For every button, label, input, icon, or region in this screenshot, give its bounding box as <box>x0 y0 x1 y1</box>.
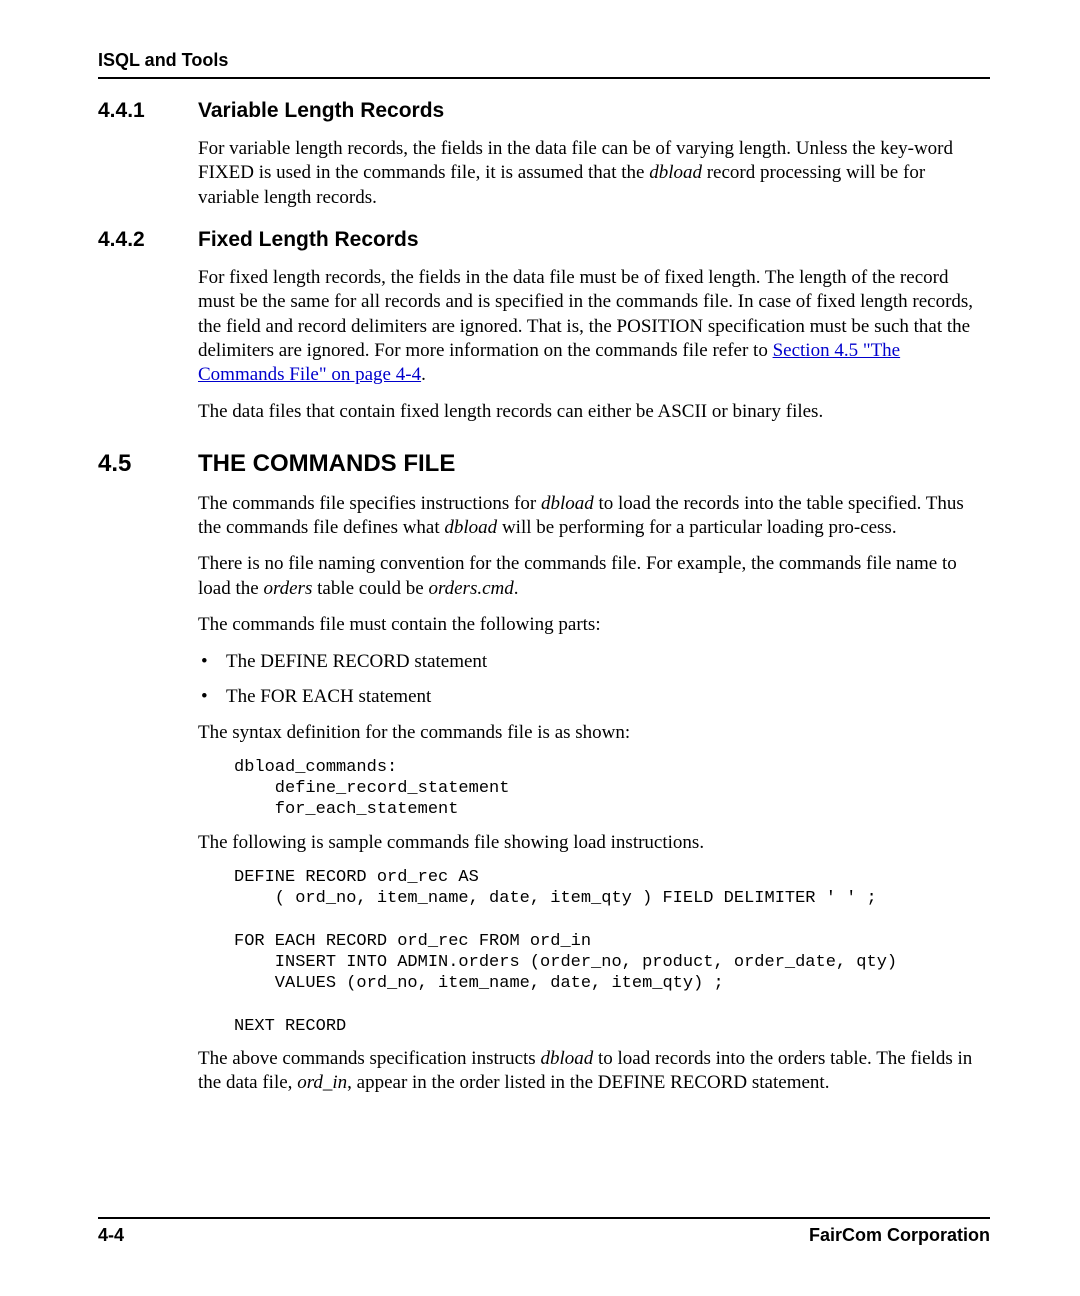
paragraph: There is no file naming convention for t… <box>198 552 990 601</box>
list-item: The FOR EACH statement <box>198 684 990 711</box>
paragraph: The data files that contain fixed length… <box>198 400 990 424</box>
list-item: The DEFINE RECORD statement <box>198 649 990 676</box>
page-content: ISQL and Tools 4.4.1 Variable Length Rec… <box>0 0 1080 1096</box>
heading-title: THE COMMANDS FILE <box>198 450 455 478</box>
heading-number: 4.5 <box>98 450 198 478</box>
code-block: DEFINE RECORD ord_rec AS ( ord_no, item_… <box>234 867 990 1037</box>
paragraph: For variable length records, the fields … <box>198 137 990 210</box>
code-block: dbload_commands: define_record_statement… <box>234 757 990 821</box>
running-header: ISQL and Tools <box>98 50 990 71</box>
paragraph: The commands file specifies instructions… <box>198 492 990 541</box>
paragraph: The following is sample commands file sh… <box>198 831 990 855</box>
paragraph: The above commands specification instruc… <box>198 1047 990 1096</box>
paragraph: The syntax definition for the commands f… <box>198 721 990 745</box>
header-rule <box>98 77 990 79</box>
footer-rule <box>98 1217 990 1219</box>
paragraph: The commands file must contain the follo… <box>198 613 990 637</box>
heading-4-4-2: 4.4.2 Fixed Length Records <box>98 228 990 252</box>
footer-row: 4-4 FairCom Corporation <box>98 1225 990 1246</box>
heading-4-5: 4.5 THE COMMANDS FILE <box>98 450 990 478</box>
heading-number: 4.4.2 <box>98 228 198 252</box>
bullet-list: The DEFINE RECORD statement The FOR EACH… <box>198 649 990 710</box>
footer-org: FairCom Corporation <box>809 1225 990 1246</box>
page-footer: 4-4 FairCom Corporation <box>98 1217 990 1246</box>
heading-number: 4.4.1 <box>98 99 198 123</box>
heading-title: Variable Length Records <box>198 99 444 123</box>
page-number: 4-4 <box>98 1225 124 1246</box>
heading-title: Fixed Length Records <box>198 228 419 252</box>
paragraph: For fixed length records, the fields in … <box>198 266 990 388</box>
heading-4-4-1: 4.4.1 Variable Length Records <box>98 99 990 123</box>
